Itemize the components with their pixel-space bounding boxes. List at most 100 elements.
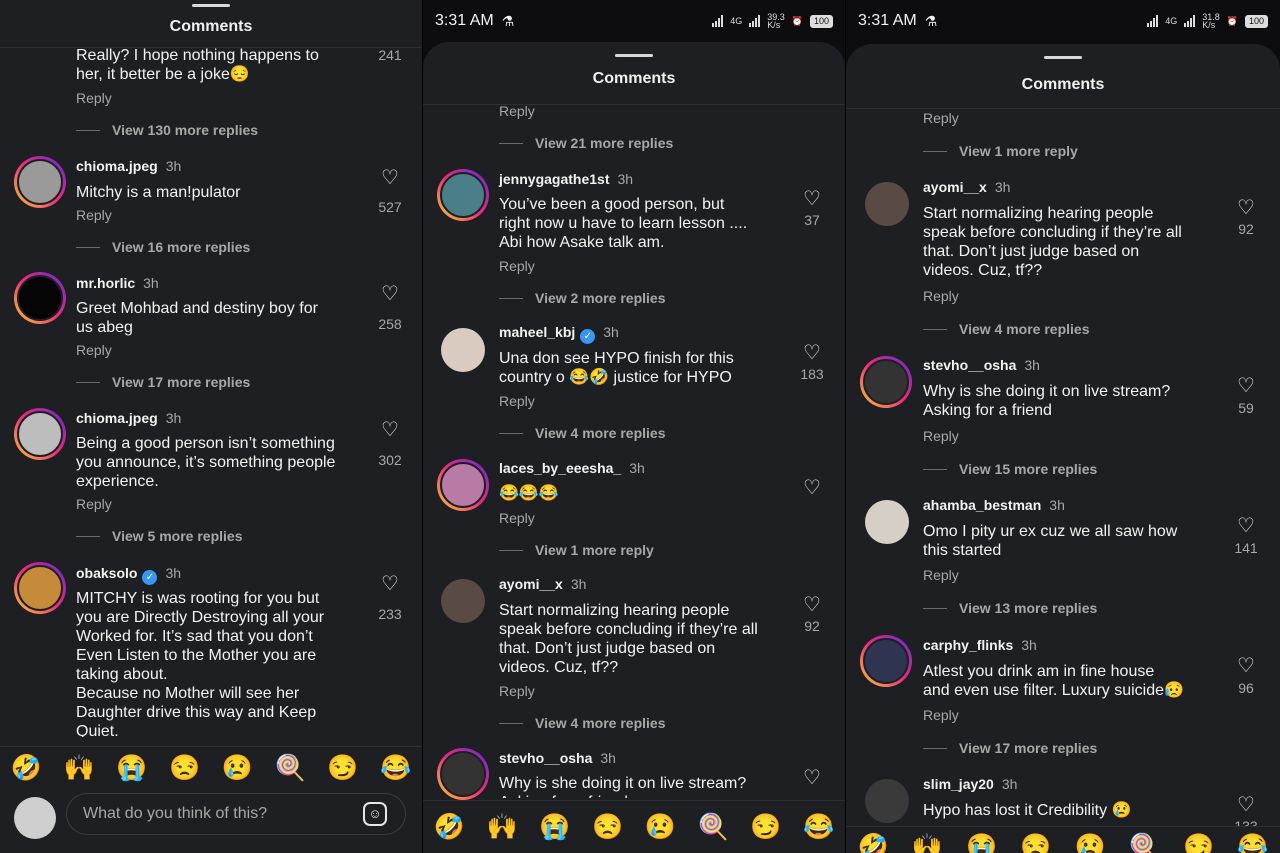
view-replies-button[interactable]: View 4 more replies [499, 425, 665, 441]
reply-button[interactable]: Reply [499, 510, 535, 526]
username[interactable]: laces_by_eeesha_ [499, 460, 621, 476]
emoji-rofl[interactable]: 🤣 [858, 833, 889, 853]
reply-button[interactable]: Reply [499, 103, 535, 119]
emoji-sad[interactable]: 😢 [222, 754, 253, 783]
emoji-raised-hands[interactable]: 🙌 [487, 813, 518, 842]
emoji-crying[interactable]: 😭 [539, 813, 570, 842]
avatar[interactable] [14, 156, 66, 208]
reply-button[interactable]: Reply [923, 110, 959, 126]
view-replies-button[interactable]: View 2 more replies [499, 290, 665, 306]
view-replies-button[interactable]: View 1 more reply [499, 542, 654, 558]
reply-button[interactable]: Reply [923, 428, 959, 444]
emoji-rofl[interactable]: 🤣 [11, 754, 42, 783]
avatar[interactable] [441, 328, 485, 372]
view-replies-button[interactable]: View 13 more replies [923, 600, 1097, 616]
heart-icon[interactable]: ♡ [370, 165, 410, 190]
heart-icon[interactable]: ♡ [792, 186, 832, 211]
username[interactable]: ahamba_bestman [923, 497, 1041, 513]
reply-button[interactable]: Reply [76, 207, 112, 223]
emoji-lollipop[interactable]: 🍭 [1129, 833, 1160, 853]
username[interactable]: chioma.jpeg [76, 410, 158, 426]
view-replies-button[interactable]: View 21 more replies [499, 135, 673, 151]
heart-icon[interactable]: ♡ [792, 340, 832, 365]
signal-icon [1184, 15, 1196, 27]
reply-button[interactable]: Reply [923, 707, 959, 723]
emoji-unamused[interactable]: 😒 [592, 813, 623, 842]
heart-icon[interactable]: ♡ [792, 592, 832, 617]
username[interactable]: stevho__osha [499, 750, 592, 766]
username[interactable]: jennygagathe1st [499, 171, 609, 187]
emoji-sad[interactable]: 😢 [1075, 833, 1106, 853]
emoji-raised-hands[interactable]: 🙌 [912, 833, 943, 853]
comment-input[interactable]: What do you think of this? ☺ [66, 793, 406, 835]
view-replies-button[interactable]: View 1 more reply [923, 143, 1078, 159]
avatar[interactable] [865, 182, 909, 226]
emoji-smirk[interactable]: 😏 [327, 754, 358, 783]
emoji-joy[interactable]: 😂 [1237, 833, 1268, 853]
avatar[interactable] [860, 635, 912, 687]
avatar[interactable] [437, 169, 489, 221]
reply-button[interactable]: Reply [76, 496, 112, 512]
reply-button[interactable]: Reply [499, 393, 535, 409]
username[interactable]: maheel_kbj [499, 324, 575, 340]
heart-icon[interactable]: ♡ [792, 765, 832, 790]
emoji-smirk[interactable]: 😏 [1183, 833, 1214, 853]
emoji-crying[interactable]: 😭 [116, 754, 147, 783]
reply-button[interactable]: Reply [499, 258, 535, 274]
username[interactable]: carphy_flinks [923, 637, 1013, 653]
heart-icon[interactable]: ♡ [1226, 653, 1266, 678]
emoji-unamused[interactable]: 😒 [1020, 833, 1051, 853]
emoji-crying[interactable]: 😭 [966, 833, 997, 853]
heart-icon[interactable]: ♡ [1226, 513, 1266, 538]
avatar[interactable] [14, 408, 66, 460]
heart-icon[interactable]: ♡ [370, 571, 410, 596]
username[interactable]: slim_jay20 [923, 776, 994, 792]
reply-button[interactable]: Reply [923, 288, 959, 304]
drag-handle[interactable] [192, 4, 230, 7]
avatar[interactable] [860, 356, 912, 408]
avatar[interactable] [437, 459, 489, 511]
username[interactable]: ayomi__x [499, 576, 563, 592]
emoji-lollipop[interactable]: 🍭 [698, 813, 729, 842]
username[interactable]: chioma.jpeg [76, 158, 158, 174]
emoji-joy[interactable]: 😂 [380, 754, 411, 783]
view-replies-button[interactable]: View 16 more replies [76, 239, 250, 255]
emoji-smirk[interactable]: 😏 [750, 813, 781, 842]
avatar[interactable] [14, 272, 66, 324]
reply-button[interactable]: Reply [499, 683, 535, 699]
drag-handle[interactable] [615, 54, 653, 57]
username[interactable]: stevho__osha [923, 357, 1016, 373]
avatar[interactable] [14, 562, 66, 614]
heart-icon[interactable]: ♡ [792, 475, 832, 500]
avatar[interactable] [437, 748, 489, 800]
emoji-lollipop[interactable]: 🍭 [275, 754, 306, 783]
sticker-icon[interactable]: ☺ [363, 802, 387, 826]
view-replies-button[interactable]: View 17 more replies [76, 374, 250, 390]
view-replies-button[interactable]: View 130 more replies [76, 122, 258, 138]
emoji-joy[interactable]: 😂 [803, 813, 834, 842]
reply-button[interactable]: Reply [923, 567, 959, 583]
username[interactable]: mr.horlic [76, 275, 135, 291]
heart-icon[interactable]: ♡ [1226, 792, 1266, 817]
avatar[interactable] [441, 579, 485, 623]
emoji-rofl[interactable]: 🤣 [434, 813, 465, 842]
view-replies-button[interactable]: View 15 more replies [923, 461, 1097, 477]
emoji-unamused[interactable]: 😒 [169, 754, 200, 783]
username[interactable]: ayomi__x [923, 179, 987, 195]
emoji-raised-hands[interactable]: 🙌 [64, 754, 95, 783]
reply-button[interactable]: Reply [76, 90, 112, 106]
username[interactable]: obaksolo [76, 565, 137, 581]
drag-handle[interactable] [1044, 56, 1082, 59]
heart-icon[interactable]: ♡ [1226, 373, 1266, 398]
avatar[interactable] [865, 779, 909, 823]
view-replies-button[interactable]: View 4 more replies [923, 321, 1089, 337]
heart-icon[interactable]: ♡ [370, 281, 410, 306]
heart-icon[interactable]: ♡ [370, 417, 410, 442]
view-replies-button[interactable]: View 17 more replies [923, 740, 1097, 756]
emoji-sad[interactable]: 😢 [645, 813, 676, 842]
view-replies-button[interactable]: View 5 more replies [76, 528, 242, 544]
heart-icon[interactable]: ♡ [1226, 195, 1266, 220]
reply-button[interactable]: Reply [76, 342, 112, 358]
avatar[interactable] [865, 500, 909, 544]
view-replies-button[interactable]: View 4 more replies [499, 715, 665, 731]
